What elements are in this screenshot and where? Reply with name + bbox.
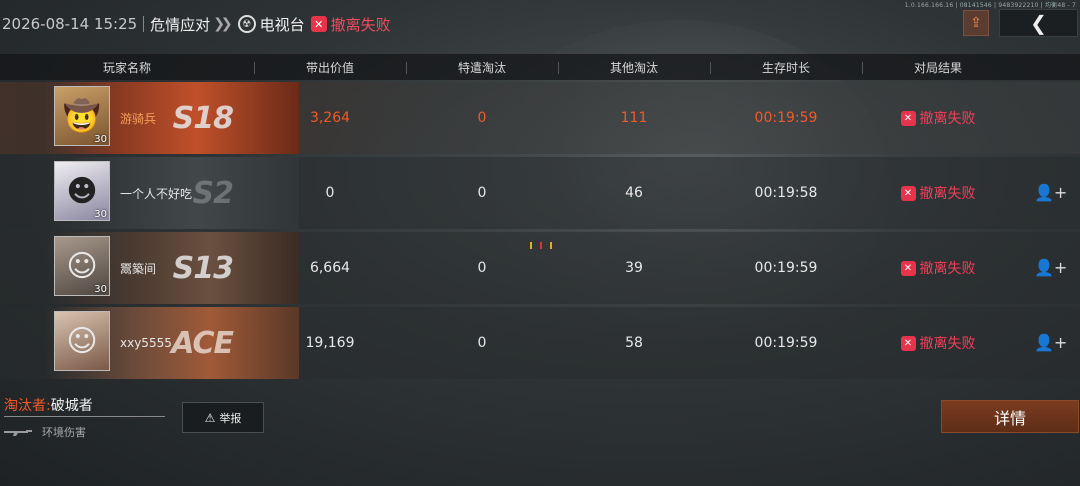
other-kills-cell: 46 (625, 185, 643, 201)
table-row[interactable]: ACE ☺ xxy5555 19,169 0 58 00:19:59 ✕ 撤离失… (0, 307, 1080, 379)
mannequin-portrait-icon: ☺ (66, 248, 98, 284)
special-kills-cell: 0 (477, 185, 487, 201)
player-cell: S2 ☻ 30 一个人不好吃 (0, 157, 299, 229)
report-button[interactable]: ⚠ 举报 (182, 402, 264, 433)
player-cell: S18 🤠 30 游骑兵 (0, 82, 299, 154)
extraction-failed-icon: ✕ (900, 185, 916, 201)
result-label: 撤离失败 (919, 186, 976, 202)
match-result: 撤离失败 (330, 15, 391, 34)
table-row[interactable]: S18 🤠 30 游骑兵 3,264 0 111 00:19:59 ✕ 撤离失败 (0, 82, 1080, 154)
map-name: 电视台 (259, 15, 305, 34)
result-cell: ✕ 撤离失败 (862, 333, 1014, 353)
game-mode: 危情应对 (150, 15, 211, 34)
details-label: 详情 (993, 408, 1026, 428)
anime-portrait-icon: ☻ (66, 173, 98, 209)
extraction-failed-icon: ✕ (900, 110, 916, 126)
player-level: 30 (94, 284, 107, 295)
player-name: 游骑兵 (120, 111, 157, 126)
tick-mark (550, 242, 552, 249)
build-info: 1.0.166.166.16 | 08141546 | 9483922210 |… (904, 2, 1076, 9)
special-kills-cell: 0 (477, 260, 487, 276)
extraction-failed-icon: ✕ (310, 16, 327, 32)
player-cell: S13 ☺ 30 鬻築间 (0, 232, 299, 304)
match-header: 2026-08-14 15:25 危情应对 ❯❯ ☢ 电视台 ✕ 撤离失败 (0, 8, 391, 40)
kill-cause: 环境伤害 (4, 424, 86, 440)
kill-cause-label: 环境伤害 (42, 426, 86, 439)
extraction-failed-icon: ✕ (900, 260, 916, 276)
survival-cell: 00:19:59 (754, 110, 818, 126)
other-kills-cell: 39 (625, 260, 643, 276)
result-label: 撤离失败 (919, 261, 976, 277)
add-friend-icon[interactable]: 👤+ (1034, 333, 1067, 352)
avatar[interactable]: ☻ 30 (54, 161, 110, 221)
result-label: 撤离失败 (919, 336, 976, 352)
add-friend-icon[interactable]: 👤+ (1034, 258, 1067, 277)
double-chevron-icon: ❯❯ (213, 16, 233, 32)
divider (4, 416, 165, 417)
report-label: 举报 (219, 411, 242, 425)
special-kills-cell: 0 (477, 110, 487, 126)
back-button[interactable]: ❮ (999, 9, 1078, 37)
radiation-icon: ☢ (237, 15, 256, 33)
column-match-result: 对局结果 (862, 59, 1014, 76)
tick-mark (530, 242, 532, 249)
player-cell: ACE ☺ xxy5555 (0, 307, 299, 379)
avatar[interactable]: 🤠 30 (54, 86, 110, 146)
cowboy-hat-icon: 🤠 (63, 98, 101, 134)
details-button[interactable]: 详情 (941, 400, 1079, 433)
player-table: S18 🤠 30 游骑兵 3,264 0 111 00:19:59 ✕ 撤离失败… (0, 82, 1080, 382)
add-friend-icon[interactable]: 👤+ (1034, 183, 1067, 202)
avatar[interactable]: ☺ 30 (54, 236, 110, 296)
back-arrow-icon: ❮ (1030, 11, 1047, 35)
rifle-icon (4, 430, 32, 436)
result-cell: ✕ 撤离失败 (862, 108, 1014, 128)
survival-cell: 00:19:59 (754, 335, 818, 351)
survival-cell: 00:19:58 (754, 185, 818, 201)
other-kills-cell: 111 (620, 110, 648, 126)
avatar[interactable]: ☺ (54, 311, 110, 371)
warning-icon: ⚠ (204, 410, 216, 425)
column-value: 带出价值 (254, 59, 406, 76)
extraction-failed-icon: ✕ (900, 335, 916, 351)
player-name: xxy5555 (120, 336, 172, 350)
result-label: 撤离失败 (919, 111, 976, 127)
killer-label: 淘汰者: (4, 398, 51, 414)
killer-info: 淘汰者:破城者 (4, 395, 93, 415)
tick-mark (540, 242, 542, 249)
divider (143, 16, 145, 32)
player-level: 30 (94, 209, 107, 220)
match-timestamp: 2026-08-14 15:25 (2, 15, 138, 33)
status-ticks (530, 242, 552, 249)
player-level: 30 (94, 134, 107, 145)
column-other-kills: 其他淘汰 (558, 59, 710, 76)
player-name: 鬻築间 (120, 261, 157, 276)
result-cell: ✕ 撤离失败 (862, 183, 1014, 203)
share-icon: ⇪ (970, 15, 982, 31)
other-kills-cell: 58 (625, 335, 643, 351)
character-portrait-icon: ☺ (66, 323, 98, 359)
player-name: 一个人不好吃 (120, 186, 193, 201)
column-special-kills: 特遣淘汰 (406, 59, 558, 76)
column-survival-time: 生存时长 (710, 59, 862, 76)
column-player-name: 玩家名称 (102, 60, 151, 75)
special-kills-cell: 0 (477, 335, 487, 351)
survival-cell: 00:19:59 (754, 260, 818, 276)
killer-name: 破城者 (50, 398, 93, 414)
table-row[interactable]: S2 ☻ 30 一个人不好吃 0 0 46 00:19:58 ✕ 撤离失败 👤+ (0, 157, 1080, 229)
result-cell: ✕ 撤离失败 (862, 258, 1014, 278)
table-header: 玩家名称 带出价值 特遣淘汰 其他淘汰 生存时长 对局结果 (0, 54, 1080, 80)
share-button[interactable]: ⇪ (963, 10, 989, 36)
